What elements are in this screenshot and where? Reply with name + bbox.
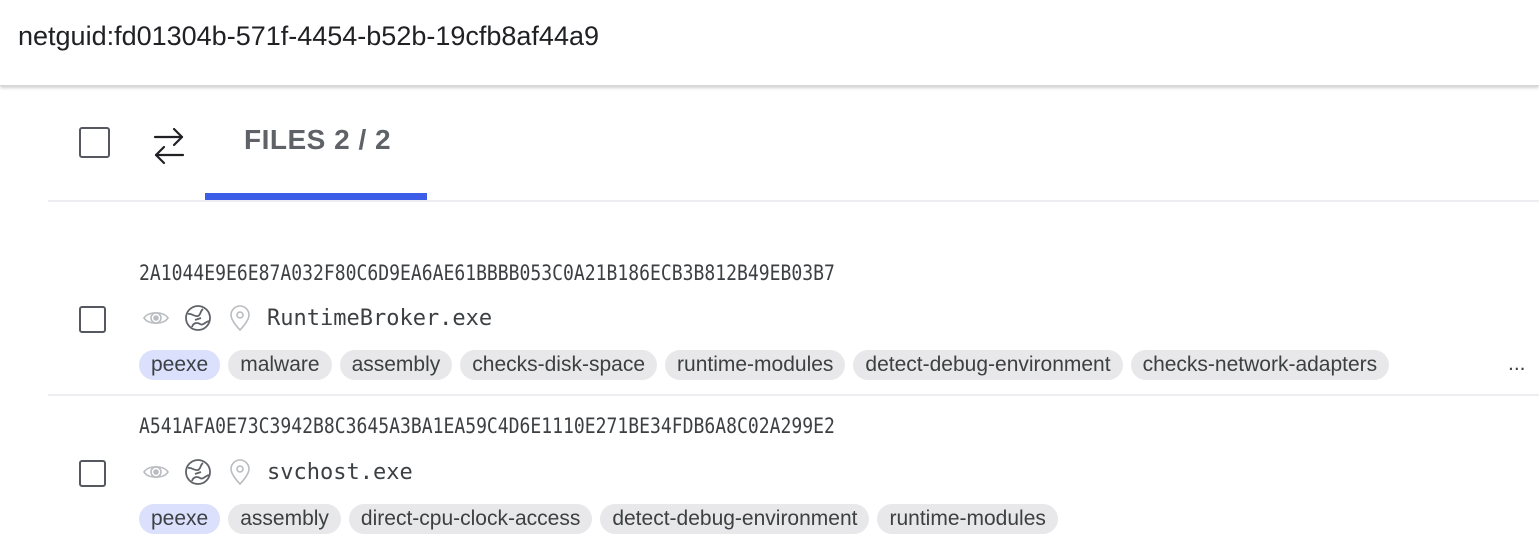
tag[interactable]: direct-cpu-clock-access — [348, 504, 593, 534]
search-input[interactable] — [18, 16, 1498, 56]
tag[interactable]: runtime-modules — [665, 350, 846, 380]
eye-icon[interactable] — [141, 457, 171, 487]
tag[interactable]: checks-network-adapters — [1130, 350, 1390, 380]
location-pin-icon[interactable] — [225, 303, 255, 333]
row-checkbox[interactable] — [79, 460, 106, 487]
tag-list: peexe malware assembly checks-disk-space run… — [139, 350, 1397, 380]
globe-icon[interactable] — [183, 457, 213, 487]
tag[interactable]: assembly — [228, 504, 341, 534]
search-bar — [0, 0, 1539, 86]
tag[interactable]: detect-debug-environment — [600, 504, 870, 534]
file-hash[interactable]: 2A1044E9E6E87A032F80C6D9EA6AE61BBBB053C0… — [139, 261, 835, 285]
eye-icon[interactable] — [141, 303, 171, 333]
more-tags-ellipsis[interactable]: ... — [1508, 352, 1526, 376]
file-hash[interactable]: A541AFA0E73C3942B8C3645A3BA1EA59C4D6E111… — [139, 414, 835, 438]
location-pin-icon[interactable] — [225, 457, 255, 487]
tag[interactable]: peexe — [139, 350, 221, 380]
tag[interactable]: peexe — [139, 504, 221, 534]
file-name[interactable]: RuntimeBroker.exe — [267, 306, 492, 331]
tag[interactable]: malware — [228, 350, 332, 380]
tag[interactable]: checks-disk-space — [460, 350, 658, 380]
tag[interactable]: runtime-modules — [877, 504, 1058, 534]
tag-list: peexe assembly direct-cpu-clock-access dete… — [139, 504, 1066, 534]
row-checkbox[interactable] — [79, 306, 106, 333]
file-name[interactable]: svchost.exe — [267, 460, 413, 485]
tag[interactable]: assembly — [339, 350, 453, 380]
file-row[interactable]: A541AFA0E73C3942B8C3645A3BA1EA59C4D6E111… — [0, 396, 1539, 549]
globe-icon[interactable] — [183, 303, 213, 333]
tag[interactable]: detect-debug-environment — [853, 350, 1123, 380]
